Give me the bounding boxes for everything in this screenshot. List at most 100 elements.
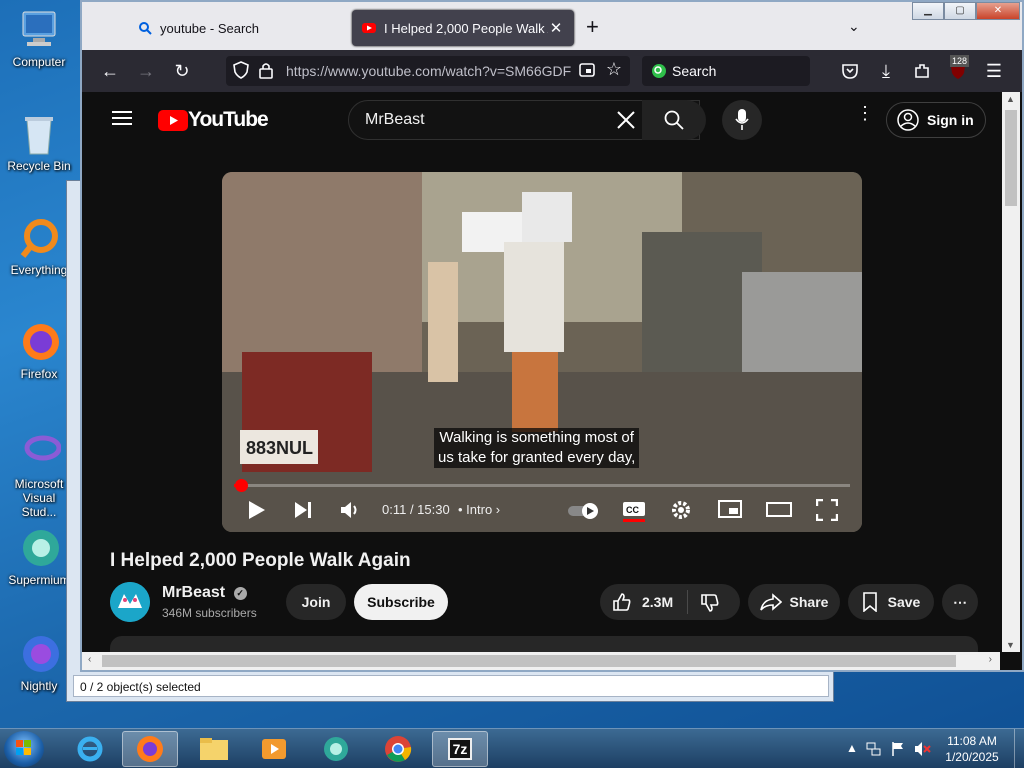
scroll-left-arrow[interactable]: ‹ [88, 654, 91, 665]
youtube-icon [362, 21, 376, 35]
system-clock[interactable]: 11:08 AM 1/20/2025 [936, 733, 1008, 765]
close-tab-icon[interactable]: ✕ [548, 19, 564, 37]
desktop-icon-nightly[interactable]: Nightly [4, 632, 74, 693]
taskbar-media-player[interactable] [246, 731, 302, 767]
tab-video[interactable]: I Helped 2,000 People Walk Aga ✕ [352, 10, 574, 46]
autoplay-toggle-icon[interactable] [566, 496, 602, 526]
like-button[interactable]: 2.3M [600, 590, 688, 614]
youtube-logo-icon[interactable] [158, 110, 188, 136]
channel-avatar[interactable] [110, 582, 150, 622]
taskbar-firefox[interactable] [122, 731, 178, 767]
maximize-button[interactable]: ▢ [944, 2, 976, 20]
guide-menu-icon[interactable] [112, 110, 132, 131]
forward-icon[interactable]: → [134, 59, 158, 83]
share-label: Share [789, 594, 829, 610]
save-button[interactable]: Save [848, 584, 934, 620]
downloads-icon[interactable]: ⤓ [874, 59, 898, 83]
close-window-button[interactable]: ✕ [976, 2, 1020, 20]
url-bar[interactable]: https://www.youtube.com/watch?v=SM66GDF … [226, 56, 630, 86]
dislike-button[interactable] [688, 589, 720, 616]
clear-search-icon[interactable] [616, 110, 636, 135]
explorer-status-bar: 0 / 2 object(s) selected [73, 675, 829, 697]
pocket-icon[interactable] [838, 59, 862, 83]
settings-gear-icon[interactable] [670, 496, 692, 526]
everything-icon [17, 216, 61, 260]
desktop-icon-label: Microsoft Visual Stud... [14, 477, 64, 519]
taskbar-chrome[interactable] [370, 731, 426, 767]
play-icon[interactable] [248, 496, 266, 525]
lock-icon[interactable] [258, 61, 274, 82]
search-engine-icon [650, 62, 668, 83]
start-button[interactable] [4, 731, 44, 767]
scroll-right-arrow[interactable]: › [989, 654, 992, 665]
back-icon[interactable]: ← [98, 59, 122, 83]
desktop-icon-computer[interactable]: Computer [4, 8, 74, 69]
internet-explorer-icon [77, 736, 103, 762]
svg-text:CC: CC [626, 505, 639, 515]
vertical-scroll-thumb[interactable] [1005, 110, 1017, 206]
more-options-icon[interactable]: ⋮ [856, 104, 874, 122]
subscribe-button[interactable]: Subscribe [354, 584, 448, 620]
folder-icon [200, 738, 228, 760]
desktop-icon-recycle-bin[interactable]: Recycle Bin [4, 112, 74, 173]
volume-muted-icon[interactable] [914, 741, 932, 760]
thumbs-up-icon [613, 593, 631, 611]
theater-mode-icon[interactable] [766, 496, 792, 525]
description-box[interactable] [110, 636, 978, 652]
reader-view-icon[interactable] [578, 61, 596, 82]
desktop-icon-label: Everything [10, 263, 68, 277]
sign-in-button[interactable]: Sign in [886, 102, 986, 138]
window-controls: ▁ ▢ ✕ [912, 2, 1020, 20]
scroll-up-arrow[interactable]: ▲ [1006, 94, 1015, 104]
video-caption: Walking is something most of us take for… [434, 428, 640, 468]
subscriber-count: 346M subscribers [162, 606, 257, 620]
more-actions-button[interactable]: ⋯ [942, 584, 978, 620]
desktop-icon-visual-studio[interactable]: Microsoft Visual Stud... [4, 430, 74, 519]
shield-icon[interactable] [232, 61, 250, 82]
list-tabs-icon[interactable]: ⌄ [848, 18, 860, 35]
new-tab-icon[interactable]: + [586, 16, 599, 38]
video-progress-bar[interactable] [234, 479, 850, 492]
video-player[interactable]: 883NUL Walking is something most of us t… [222, 172, 862, 532]
scroll-down-arrow[interactable]: ▼ [1006, 640, 1015, 650]
desktop-icon-firefox[interactable]: Firefox [4, 320, 74, 381]
fullscreen-icon[interactable] [815, 496, 839, 526]
youtube-logo-text[interactable]: YouTube [188, 108, 269, 132]
taskbar-internet-explorer[interactable] [62, 731, 118, 767]
tab-title: I Helped 2,000 People Walk Aga [384, 20, 548, 36]
volume-icon[interactable] [340, 496, 362, 525]
join-button[interactable]: Join [286, 584, 346, 620]
show-hidden-icons[interactable]: ▲ [846, 741, 858, 755]
taskbar-supermium[interactable] [308, 731, 364, 767]
channel-name[interactable]: MrBeast ✓ [162, 584, 247, 602]
subtitles-icon[interactable]: CC [622, 496, 646, 527]
visual-studio-icon [17, 430, 62, 474]
desktop-icon-supermium[interactable]: Supermium [4, 526, 74, 587]
network-icon[interactable] [866, 741, 882, 760]
youtube-search-button[interactable] [642, 100, 706, 140]
desktop-icon-everything[interactable]: Everything [4, 216, 74, 277]
nav-toolbar: ← → ↻ https://www.youtube.com/watch?v=SM… [82, 50, 1022, 92]
ublock-icon[interactable]: 128 [946, 55, 970, 83]
search-bar[interactable]: Search [642, 56, 810, 86]
miniplayer-icon[interactable] [718, 496, 742, 525]
firefox-window[interactable]: youtube - Search ✕ I Helped 2,000 People… [80, 0, 1024, 672]
chapter-title[interactable]: • Intro › [458, 502, 500, 517]
share-button[interactable]: Share [748, 584, 840, 620]
vertical-scrollbar[interactable]: ▲ ▼ [1002, 92, 1020, 652]
chapter-label: Intro [466, 502, 493, 517]
horizontal-scroll-thumb[interactable] [102, 655, 956, 667]
menu-icon[interactable]: ☰ [982, 59, 1006, 83]
taskbar-7zip[interactable]: 7z [432, 731, 488, 767]
like-count: 2.3M [642, 594, 674, 610]
show-desktop-button[interactable] [1014, 729, 1024, 768]
minimize-button[interactable]: ▁ [912, 2, 944, 20]
action-center-flag-icon[interactable] [890, 741, 906, 760]
horizontal-scrollbar[interactable]: ‹ › [82, 652, 1000, 670]
voice-search-button[interactable] [722, 100, 762, 140]
bookmark-star-icon[interactable]: ☆ [606, 59, 622, 80]
taskbar-file-explorer[interactable] [186, 731, 242, 767]
reload-icon[interactable]: ↻ [170, 59, 194, 83]
extensions-icon[interactable] [910, 59, 934, 83]
next-icon[interactable] [294, 496, 312, 525]
